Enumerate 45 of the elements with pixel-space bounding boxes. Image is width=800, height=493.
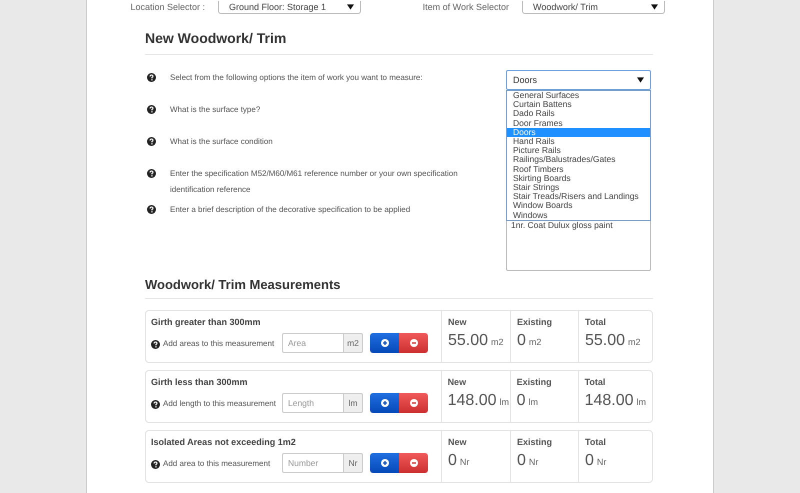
unit-label: m2 [628,337,641,347]
column-label: New [448,437,468,447]
help-text: Add areas to this measurement [163,338,274,348]
column-label: Total [584,377,606,387]
unit-addon: m2 [343,333,363,353]
question-text: What is the surface condition [170,136,274,148]
unit-label: lm [528,397,538,407]
unit-label: Nr [460,457,470,467]
measurement-title: Girth less than 300mm [151,377,249,387]
question-text: What is the surface type? [170,104,262,116]
measurement-value: 0 [585,452,594,470]
location-label: Location Selector : [129,1,206,13]
column-label: Existing [516,377,553,387]
section-title: New Woodwork/ Trim [145,14,653,55]
question-text: Enter a brief description of the decorative specification to be applied [170,204,412,216]
unit-label: m2 [491,337,504,347]
measurement-value: 55.00 [585,332,626,350]
measurement-value: 0 [517,452,526,470]
item-label: Item of Work Selector [422,2,510,12]
help-text: Add length to this measurement [163,398,276,408]
column-label: Existing [517,437,554,447]
question-text: Enter the specification M52/M60/M61 reference number or your own specification identification reference [170,168,459,196]
unit-label: lm [500,397,509,407]
measurement-value: 0 [516,392,526,410]
measurement-value: 148.00 [584,392,634,410]
unit-addon: Nr [343,453,363,473]
help-text: Add area to this measurement [163,458,270,468]
column-label: Total [585,437,607,447]
measurement-value: 0 [448,452,457,470]
unit-label: Nr [528,457,538,467]
column-label: New [448,377,468,387]
column-label: Existing [517,317,554,327]
measurement-value: 148.00 [448,392,496,410]
unit-addon: lm [343,393,363,413]
measurement-value: 0 [517,332,526,350]
column-label: New [448,317,468,327]
measurements-title: Woodwork/ Trim Measurements [145,277,653,299]
unit-label: lm [636,397,646,407]
unit-label: Nr [596,457,606,467]
column-label: Total [585,317,607,327]
measurement-title: Isolated Areas not exceeding 1m2 [151,437,297,447]
unit-label: m2 [528,337,542,347]
measurement-value: 55.00 [448,332,488,350]
measurement-title: Girth greater than 300mm [151,317,262,327]
question-text: Select from the following options the item of work you want to measure: [170,72,424,84]
